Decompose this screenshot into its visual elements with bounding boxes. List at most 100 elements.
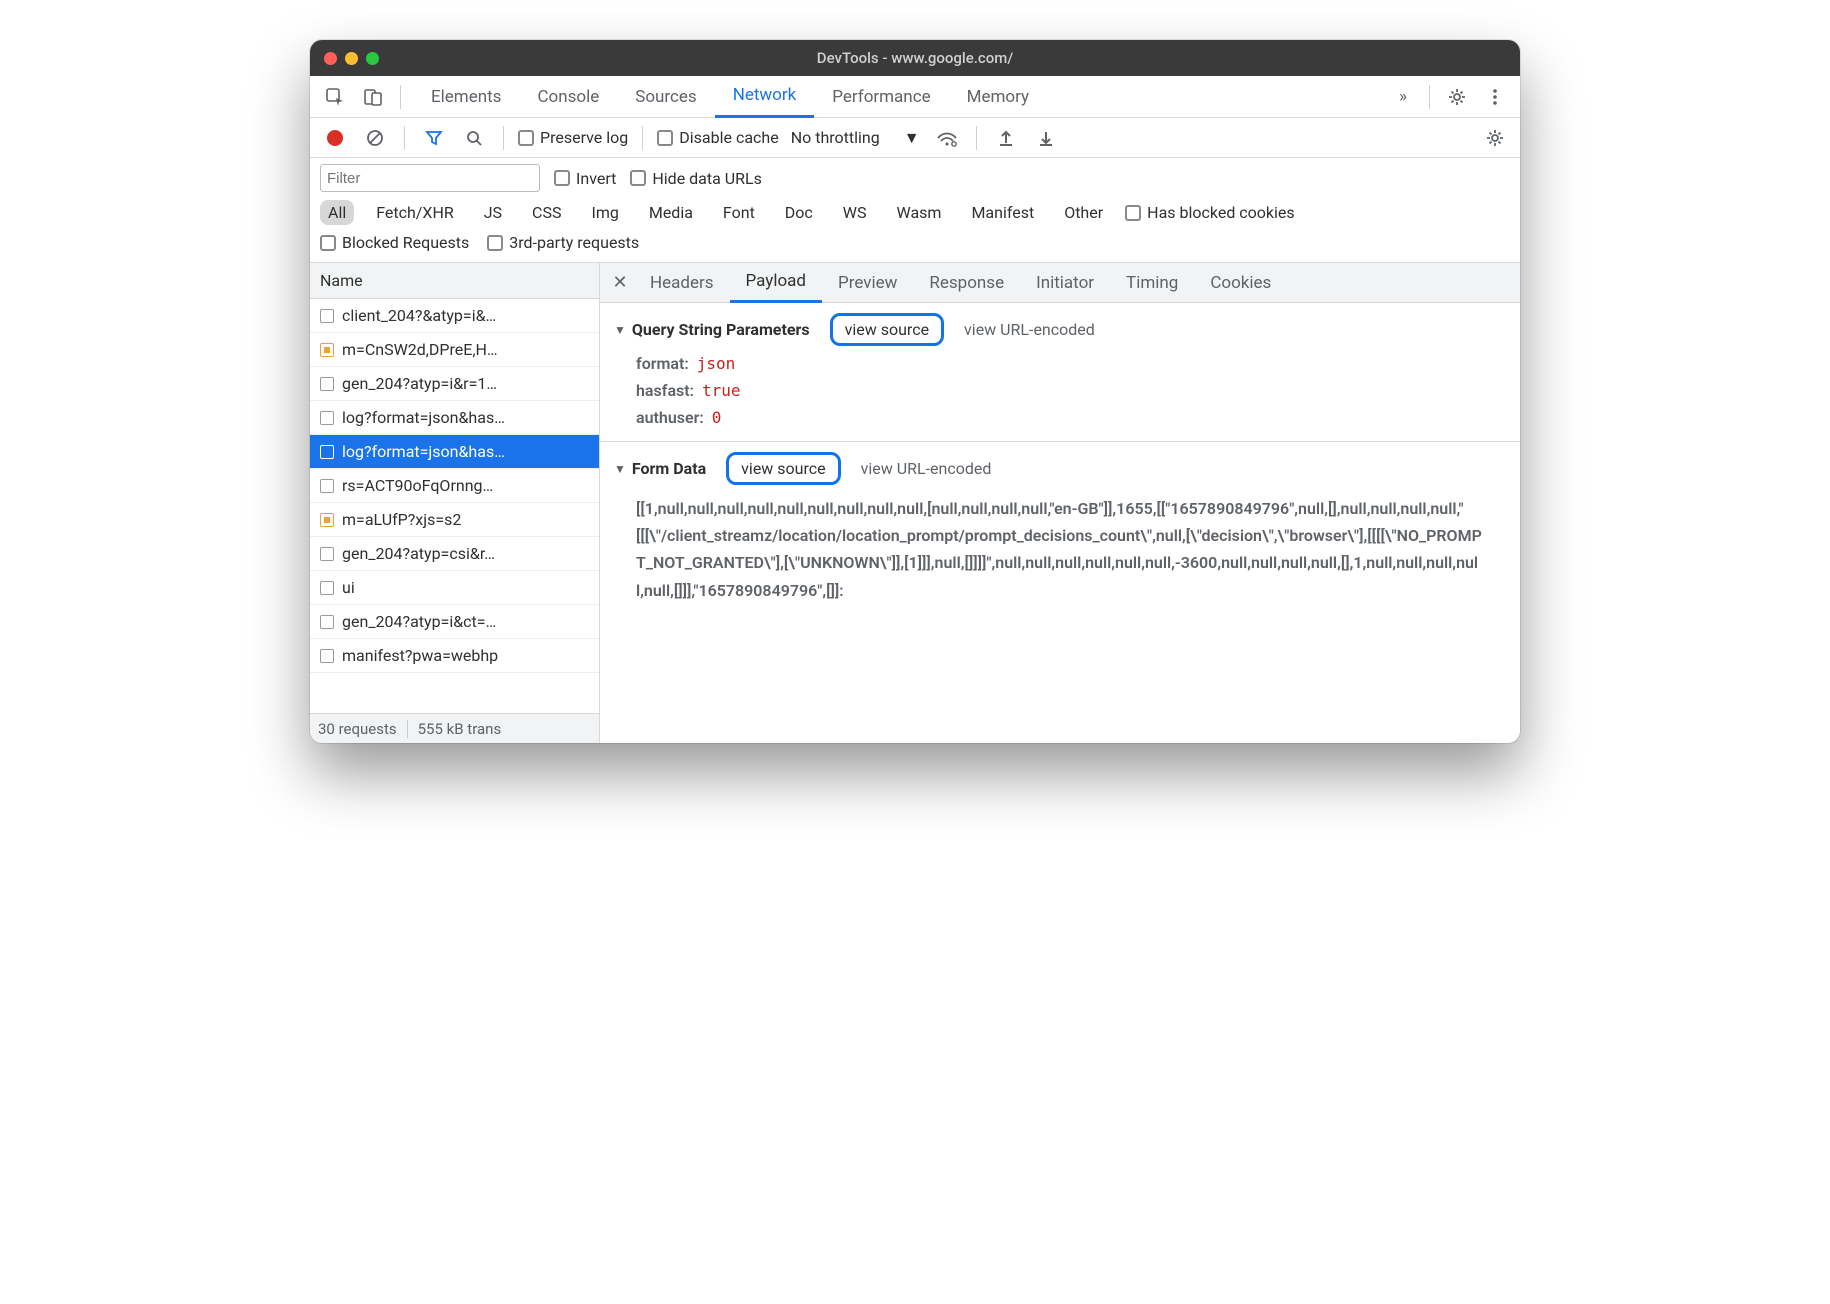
- request-name: log?format=json&has…: [342, 442, 505, 461]
- panel-tabbar: ElementsConsoleSourcesNetworkPerformance…: [310, 76, 1520, 118]
- third-party-checkbox[interactable]: 3rd-party requests: [487, 233, 639, 252]
- request-row[interactable]: gen_204?atyp=i&r=1…: [310, 367, 599, 401]
- more-tabs-button[interactable]: »: [1389, 76, 1417, 118]
- separator: [400, 85, 401, 109]
- document-file-icon: [320, 615, 334, 629]
- formdata-view-source-link[interactable]: view source: [726, 452, 840, 485]
- request-row[interactable]: gen_204?atyp=i&ct=…: [310, 605, 599, 639]
- request-row[interactable]: manifest?pwa=webhp: [310, 639, 599, 673]
- close-detail-button[interactable]: ✕: [606, 272, 634, 293]
- search-icon[interactable]: [459, 123, 489, 153]
- request-row[interactable]: client_204?&atyp=i&…: [310, 299, 599, 333]
- type-filter-css[interactable]: CSS: [524, 200, 569, 225]
- panel-tab-memory[interactable]: Memory: [949, 76, 1047, 118]
- formdata-view-encoded-link[interactable]: view URL-encoded: [861, 459, 992, 478]
- type-filter-fetch-xhr[interactable]: Fetch/XHR: [368, 200, 462, 225]
- clear-button[interactable]: [360, 123, 390, 153]
- panel-tab-network[interactable]: Network: [715, 76, 815, 118]
- qsp-view-source-link[interactable]: view source: [830, 313, 944, 346]
- detail-tabs: HeadersPayloadPreviewResponseInitiatorTi…: [634, 263, 1287, 303]
- filter-input[interactable]: [320, 164, 540, 192]
- checkbox-icon: [518, 130, 534, 146]
- throttling-value: No throttling: [791, 128, 880, 147]
- disable-cache-label: Disable cache: [679, 128, 778, 147]
- detail-tab-cookies[interactable]: Cookies: [1194, 263, 1287, 303]
- request-row[interactable]: m=CnSW2d,DPreE,H…: [310, 333, 599, 367]
- network-conditions-icon[interactable]: [932, 123, 962, 153]
- filter-toggle-icon[interactable]: [419, 123, 449, 153]
- param-value: json: [697, 354, 736, 373]
- resource-type-filters: All Fetch/XHR JS CSS Img Media Font Doc WS Wasm Ma…: [320, 200, 1510, 225]
- preserve-log-checkbox[interactable]: Preserve log: [518, 128, 628, 147]
- document-file-icon: [320, 547, 334, 561]
- disable-cache-checkbox[interactable]: Disable cache: [657, 128, 778, 147]
- titlebar: DevTools - www.google.com/: [310, 40, 1520, 76]
- param-row: authuser:0: [636, 408, 1506, 427]
- type-filter-all[interactable]: All: [320, 200, 354, 225]
- panel-tab-performance[interactable]: Performance: [814, 76, 948, 118]
- detail-tab-response[interactable]: Response: [913, 263, 1020, 303]
- kebab-menu-icon[interactable]: [1480, 82, 1510, 112]
- has-blocked-cookies-checkbox[interactable]: Has blocked cookies: [1125, 203, 1295, 222]
- detail-tab-initiator[interactable]: Initiator: [1020, 263, 1110, 303]
- type-filter-img[interactable]: Img: [583, 200, 626, 225]
- type-filter-other[interactable]: Other: [1056, 200, 1111, 225]
- param-key: hasfast:: [636, 381, 694, 400]
- detail-tab-timing[interactable]: Timing: [1110, 263, 1194, 303]
- network-toolbar: Preserve log Disable cache No throttling…: [310, 118, 1520, 158]
- throttling-select[interactable]: No throttling ▼: [789, 126, 922, 150]
- document-file-icon: [320, 445, 334, 459]
- invert-checkbox[interactable]: Invert: [554, 169, 616, 188]
- qsp-title[interactable]: ▼Query String Parameters: [614, 320, 810, 339]
- record-button[interactable]: [320, 123, 350, 153]
- device-toolbar-icon[interactable]: [358, 82, 388, 112]
- type-filter-media[interactable]: Media: [641, 200, 701, 225]
- document-file-icon: [320, 581, 334, 595]
- request-row[interactable]: m=aLUfP?xjs=s2: [310, 503, 599, 537]
- blocked-requests-checkbox[interactable]: Blocked Requests: [320, 233, 469, 252]
- export-har-icon[interactable]: [1031, 123, 1061, 153]
- network-settings-gear-icon[interactable]: [1480, 123, 1510, 153]
- request-row[interactable]: rs=ACT90oFqOrnng…: [310, 469, 599, 503]
- type-filter-ws[interactable]: WS: [835, 200, 875, 225]
- script-file-icon: [320, 513, 334, 527]
- request-name: gen_204?atyp=csi&r…: [342, 544, 495, 563]
- checkbox-icon: [1125, 205, 1141, 221]
- request-list-header[interactable]: Name: [310, 263, 599, 299]
- type-filter-js[interactable]: JS: [476, 200, 510, 225]
- filter-bar: Invert Hide data URLs All Fetch/XHR JS CSS I…: [310, 158, 1520, 263]
- type-filter-manifest[interactable]: Manifest: [963, 200, 1042, 225]
- type-filter-doc[interactable]: Doc: [777, 200, 821, 225]
- request-name: client_204?&atyp=i&…: [342, 306, 496, 325]
- detail-tab-payload[interactable]: Payload: [730, 263, 822, 303]
- import-har-icon[interactable]: [991, 123, 1021, 153]
- request-row[interactable]: log?format=json&has…: [310, 401, 599, 435]
- checkbox-icon: [630, 170, 646, 186]
- request-name: log?format=json&has…: [342, 408, 505, 427]
- formdata-title[interactable]: ▼Form Data: [614, 459, 706, 478]
- param-key: authuser:: [636, 408, 704, 427]
- checkbox-icon: [554, 170, 570, 186]
- type-filter-wasm[interactable]: Wasm: [889, 200, 950, 225]
- panel-tab-elements[interactable]: Elements: [413, 76, 519, 118]
- window-zoom-button[interactable]: [366, 52, 379, 65]
- request-row[interactable]: log?format=json&has…: [310, 435, 599, 469]
- type-filter-font[interactable]: Font: [715, 200, 763, 225]
- hide-data-urls-checkbox[interactable]: Hide data URLs: [630, 169, 762, 188]
- request-name: gen_204?atyp=i&r=1…: [342, 374, 497, 393]
- detail-tab-preview[interactable]: Preview: [822, 263, 913, 303]
- window-minimize-button[interactable]: [345, 52, 358, 65]
- request-row[interactable]: ui: [310, 571, 599, 605]
- checkbox-icon: [657, 130, 673, 146]
- request-row[interactable]: gen_204?atyp=csi&r…: [310, 537, 599, 571]
- qsp-view-encoded-link[interactable]: view URL-encoded: [964, 320, 1095, 339]
- window-close-button[interactable]: [324, 52, 337, 65]
- qsp-params: format:jsonhasfast:trueauthuser:0: [614, 354, 1506, 427]
- detail-tab-headers[interactable]: Headers: [634, 263, 730, 303]
- settings-gear-icon[interactable]: [1442, 82, 1472, 112]
- has-blocked-cookies-label: Has blocked cookies: [1147, 203, 1295, 222]
- panel-tab-console[interactable]: Console: [519, 76, 617, 118]
- panel-tab-sources[interactable]: Sources: [617, 76, 714, 118]
- form-data-section: ▼Form Data view source view URL-encoded …: [600, 442, 1520, 624]
- inspect-element-icon[interactable]: [320, 82, 350, 112]
